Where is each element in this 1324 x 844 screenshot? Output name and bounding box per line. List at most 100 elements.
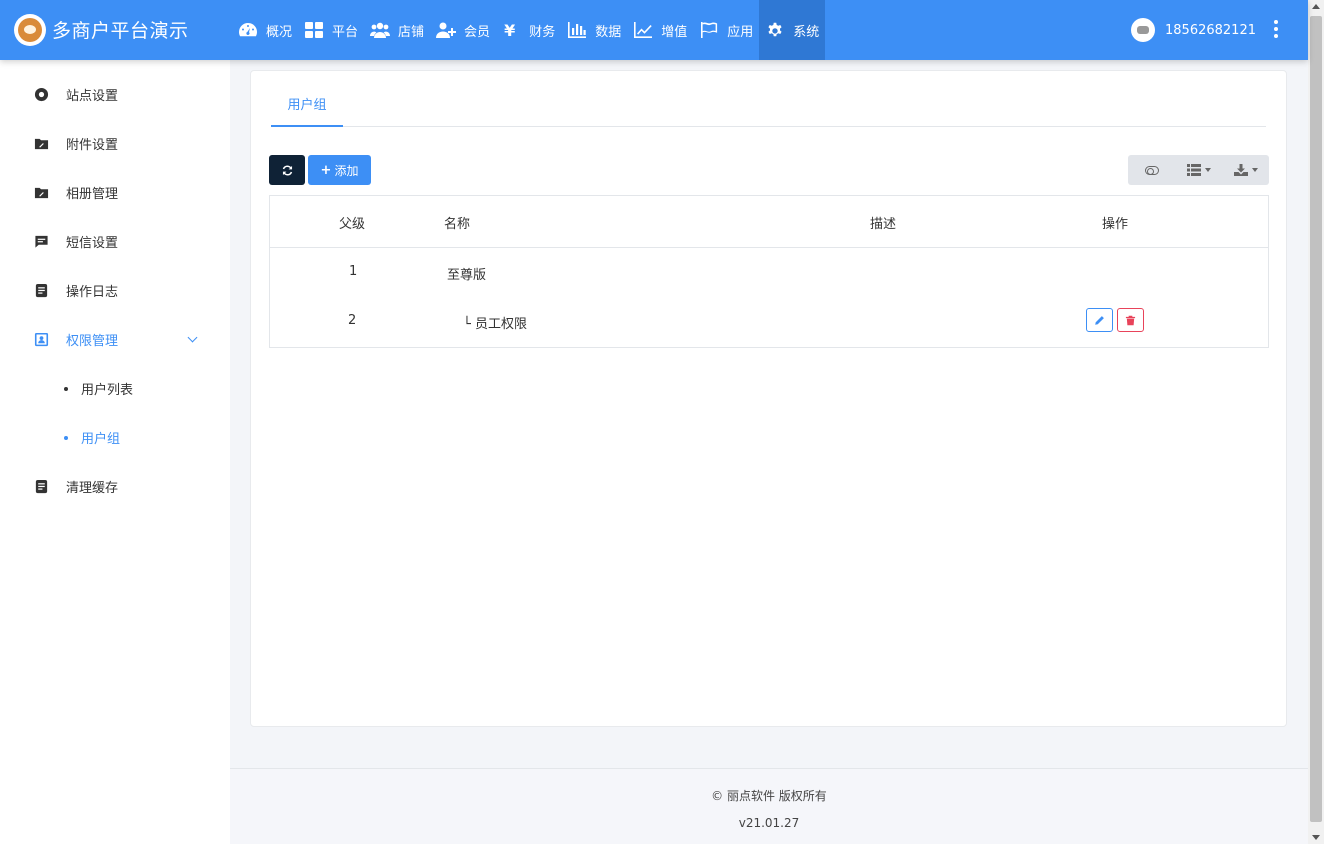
refresh-button[interactable] — [269, 155, 305, 185]
plus-icon: + — [320, 162, 332, 178]
sidebar-item-clear-cache[interactable]: 清理缓存 — [0, 462, 230, 511]
add-button[interactable]: + 添加 — [308, 155, 371, 185]
table-header: 父级 名称 描述 操作 — [270, 196, 1268, 248]
caret-down-icon — [1251, 168, 1258, 172]
user-group-table: 父级 名称 描述 操作 1 至尊版 2 └ 员工权限 — [269, 195, 1269, 348]
flag-icon — [701, 22, 718, 38]
nav-label: 增值 — [661, 24, 688, 40]
document-icon — [35, 283, 48, 298]
nav-item-data[interactable]: 数据 — [561, 0, 627, 60]
document-icon — [35, 479, 48, 494]
sidebar: 站点设置 附件设置 相册管理 短信设置 操作日志 权限管理 用户列表 用户组 清… — [0, 60, 230, 844]
sidebar-item-permission[interactable]: 权限管理 — [0, 315, 230, 364]
sidebar-item-site-settings[interactable]: 站点设置 — [0, 70, 230, 119]
top-navbar: 多商户平台演示 概况 平台 店铺 会员 ¥ 财务 数据 增值 应用 系统 185… — [0, 0, 1308, 60]
cell-parent: 1 — [349, 264, 358, 279]
delete-button[interactable] — [1117, 308, 1144, 332]
toggle-icon — [1144, 165, 1159, 175]
line-chart-icon — [634, 22, 653, 38]
column-header-description[interactable]: 描述 — [870, 213, 896, 232]
main-nav: 概况 平台 店铺 会员 ¥ 财务 数据 增值 应用 系统 — [232, 0, 826, 60]
table-row: 2 └ 员工权限 — [270, 297, 1268, 346]
cell-parent: 2 — [348, 313, 357, 328]
nav-item-member[interactable]: 会员 — [430, 0, 496, 60]
sidebar-item-operation-log[interactable]: 操作日志 — [0, 266, 230, 315]
caret-down-icon — [1204, 168, 1211, 172]
sidebar-item-album[interactable]: 相册管理 — [0, 168, 230, 217]
table-toolbar — [1128, 155, 1269, 185]
nav-item-store[interactable]: 店铺 — [364, 0, 430, 60]
nav-label: 数据 — [595, 24, 622, 40]
dashboard-icon — [239, 23, 257, 37]
sidebar-item-label: 附件设置 — [66, 138, 119, 153]
sidebar-subitem-label: 用户列表 — [81, 383, 134, 398]
column-header-name[interactable]: 名称 — [444, 213, 470, 232]
chevron-down-icon — [187, 332, 198, 343]
nav-item-value-added[interactable]: 增值 — [627, 0, 693, 60]
sidebar-item-label: 清理缓存 — [66, 481, 119, 496]
nav-item-overview[interactable]: 概况 — [232, 0, 298, 60]
cell-name: 至尊版 — [447, 268, 487, 283]
nav-label: 财务 — [529, 24, 556, 40]
tab-user-group[interactable]: 用户组 — [271, 87, 343, 127]
list-icon — [1186, 164, 1201, 176]
bar-chart-icon — [568, 22, 587, 38]
nav-label: 平台 — [332, 24, 359, 40]
folder-clip-icon — [34, 187, 49, 199]
sidebar-item-label: 权限管理 — [66, 334, 119, 349]
settings-circle-icon — [34, 87, 49, 102]
copyright-text: © 丽点软件 版权所有 — [711, 789, 827, 803]
user-menu[interactable]: 18562682121 — [1131, 18, 1256, 42]
avatar[interactable] — [1131, 18, 1156, 42]
user-phone[interactable]: 18562682121 — [1165, 23, 1256, 38]
nav-item-system[interactable]: 系统 — [759, 0, 826, 60]
scroll-down-icon[interactable] — [1312, 835, 1320, 840]
folder-clip-icon — [34, 138, 49, 150]
sidebar-item-sms[interactable]: 短信设置 — [0, 217, 230, 266]
columns-dropdown-button[interactable] — [1175, 155, 1222, 185]
more-vertical-icon[interactable] — [1274, 20, 1278, 38]
brand-title[interactable]: 多商户平台演示 — [52, 16, 189, 43]
grid-icon — [305, 22, 324, 38]
column-header-actions[interactable]: 操作 — [1102, 213, 1128, 232]
nav-label: 应用 — [727, 24, 754, 40]
sidebar-subitem-label: 用户组 — [81, 432, 121, 447]
download-icon — [1233, 164, 1248, 176]
footer: © 丽点软件 版权所有 v21.01.27 — [230, 768, 1308, 844]
sidebar-item-attachment[interactable]: 附件设置 — [0, 119, 230, 168]
user-plus-icon — [436, 22, 457, 38]
sidebar-subitem-user-list[interactable]: 用户列表 — [0, 364, 230, 413]
sidebar-item-label: 站点设置 — [66, 89, 119, 104]
nav-label: 系统 — [793, 24, 820, 40]
brand-logo[interactable] — [14, 14, 46, 46]
nav-label: 会员 — [464, 24, 491, 40]
nav-label: 店铺 — [398, 24, 425, 40]
version-text: v21.01.27 — [738, 816, 800, 830]
nav-item-apps[interactable]: 应用 — [693, 0, 759, 60]
sidebar-subitem-user-group[interactable]: 用户组 — [0, 413, 230, 462]
refresh-icon — [282, 164, 292, 176]
cell-name: └ 员工权限 — [463, 317, 527, 332]
export-dropdown-button[interactable] — [1222, 155, 1269, 185]
add-button-label: 添加 — [334, 163, 359, 178]
sidebar-item-label: 短信设置 — [66, 236, 119, 251]
gear-icon — [768, 22, 782, 37]
nav-item-finance[interactable]: ¥ 财务 — [496, 0, 561, 60]
toggle-view-button[interactable] — [1128, 155, 1175, 185]
sidebar-item-label: 操作日志 — [66, 285, 119, 300]
scrollbar-thumb[interactable] — [1310, 16, 1322, 822]
column-header-parent[interactable]: 父级 — [339, 213, 365, 232]
sidebar-item-label: 相册管理 — [66, 187, 119, 202]
trash-icon — [1125, 315, 1136, 325]
nav-item-platform[interactable]: 平台 — [298, 0, 364, 60]
table-row: 1 至尊版 — [270, 248, 1268, 297]
edit-button[interactable] — [1086, 308, 1113, 332]
users-icon — [370, 22, 391, 38]
scroll-up-icon[interactable] — [1312, 4, 1320, 9]
page-scrollbar[interactable] — [1308, 0, 1324, 844]
pencil-icon — [1095, 315, 1104, 325]
user-badge-icon — [34, 332, 49, 347]
bullet-dot — [64, 435, 68, 440]
yen-icon: ¥ — [504, 20, 516, 40]
bullet-dot — [64, 386, 68, 391]
